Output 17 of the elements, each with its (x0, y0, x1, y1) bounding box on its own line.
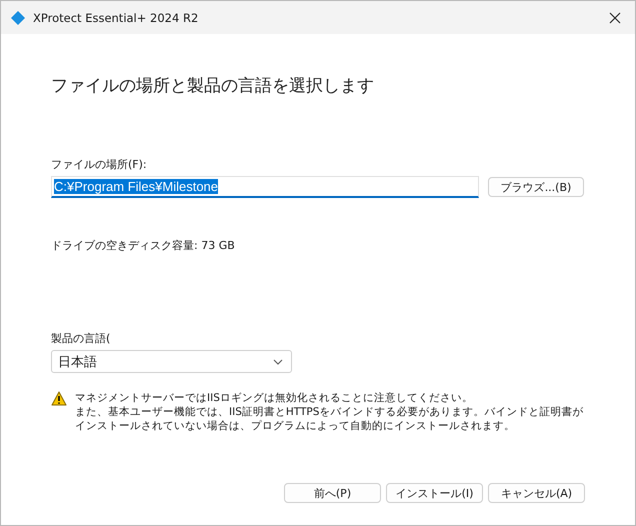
close-icon (609, 12, 621, 24)
location-field[interactable]: C:¥Program Files¥Milestone (51, 176, 479, 198)
chevron-down-icon (273, 358, 283, 364)
warning-text: マネジメントサーバーではIISロギングは無効化されることに注意してください。 (75, 391, 474, 405)
page-heading: ファイルの場所と製品の言語を選択します (51, 75, 375, 97)
wizard-button[interactable]: キャンセル(A) (488, 483, 585, 503)
disk-space-text: ドライブの空きディスク容量: 73 GB (51, 238, 236, 253)
location-label: ファイルの場所(F): (51, 157, 148, 172)
wizard-button[interactable]: 前へ(P) (284, 483, 381, 503)
browse-button[interactable]: ブラウズ...(B) (488, 177, 584, 197)
warning-icon (51, 391, 67, 406)
window-title: XProtect Essential+ 2024 R2 (33, 10, 200, 24)
app-icon (11, 10, 25, 24)
wizard-button[interactable]: インストール(I) (386, 483, 483, 503)
warning-text: また、基本ユーザー機能では、IIS証明書とHTTPSをバインドする必要があります。バインドと証明書がインストールされていない場合は、プログラムによって自動的にインストールされます。 (75, 405, 584, 433)
language-dropdown[interactable]: 日本語 (51, 350, 292, 373)
language-label: 製品の言語( (51, 331, 112, 346)
